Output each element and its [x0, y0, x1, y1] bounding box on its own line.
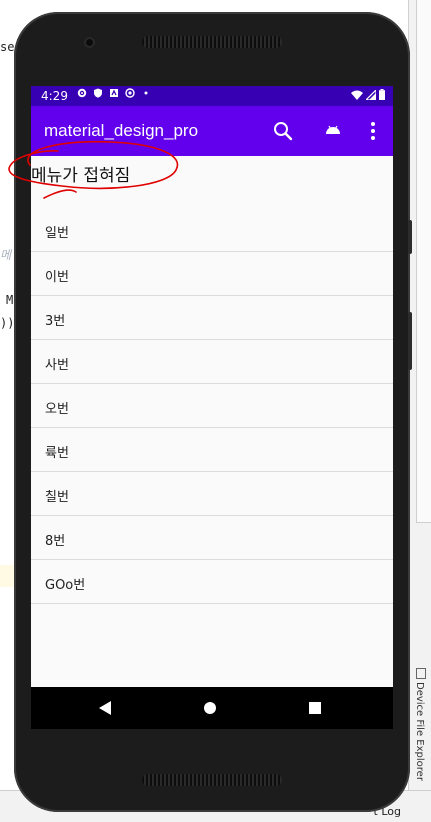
android-icon[interactable] — [322, 120, 344, 142]
app-toolbar: material_design_pro — [31, 106, 393, 156]
app-title: material_design_pro — [44, 121, 199, 140]
list-item-label: 오번 — [45, 402, 69, 417]
shield-icon — [94, 88, 102, 98]
device-file-explorer-tab[interactable]: Device File Explorer — [412, 668, 430, 788]
list-item-label: 칠번 — [45, 490, 69, 505]
top-speaker — [142, 36, 282, 48]
menu-list: 일번 이번 3번 사번 오번 륙번 칠번 8번 GOo번 — [31, 208, 393, 604]
recents-icon[interactable] — [309, 702, 321, 714]
phone-frame: 4:29 material_design_pro 메뉴가 접혀짐 일번 이번 3… — [14, 12, 412, 812]
list-item[interactable]: 사번 — [31, 340, 393, 384]
power-button[interactable] — [408, 312, 412, 370]
list-item[interactable]: 일번 — [31, 208, 393, 252]
code-fragment: 메 — [0, 248, 12, 262]
app-icon — [110, 89, 118, 97]
status-notification-icons — [77, 88, 151, 98]
back-icon[interactable] — [99, 701, 111, 715]
signal-icon — [366, 89, 376, 100]
gear-icon — [77, 88, 87, 98]
ide-line-highlight — [0, 565, 14, 587]
navigation-bar — [31, 687, 393, 729]
list-item-label: 륙번 — [45, 446, 69, 461]
status-bar: 4:29 — [31, 86, 393, 106]
list-item-label: 이번 — [45, 270, 69, 285]
block-icon — [125, 88, 135, 98]
wifi-icon — [351, 90, 363, 100]
list-item-label: 사번 — [45, 358, 69, 373]
device-screen: 4:29 material_design_pro 메뉴가 접혀짐 일번 이번 3… — [31, 86, 393, 729]
list-item-label: 일번 — [45, 226, 69, 241]
list-item[interactable]: 3번 — [31, 296, 393, 340]
status-system-icons — [351, 89, 385, 100]
front-camera — [84, 37, 95, 48]
list-item[interactable]: 8번 — [31, 516, 393, 560]
more-vert-icon[interactable] — [362, 120, 384, 142]
bottom-speaker — [142, 774, 282, 786]
device-file-explorer-label: Device File Explorer — [414, 682, 425, 781]
list-item[interactable]: 륙번 — [31, 428, 393, 472]
home-icon[interactable] — [204, 702, 216, 714]
volume-button[interactable] — [408, 220, 412, 254]
list-item[interactable]: 이번 — [31, 252, 393, 296]
annotation-text: 메뉴가 접혀짐 — [31, 166, 131, 186]
list-item[interactable]: 칠번 — [31, 472, 393, 516]
status-time: 4:29 — [41, 89, 68, 103]
search-icon[interactable] — [272, 120, 294, 142]
ide-right-panel — [416, 0, 431, 523]
list-item-label: 8번 — [45, 534, 66, 549]
list-item-label: 3번 — [45, 314, 66, 329]
dot-icon — [144, 91, 148, 95]
battery-icon — [379, 89, 385, 100]
list-item-label: GOo번 — [45, 578, 86, 593]
list-item[interactable]: 오번 — [31, 384, 393, 428]
device-file-explorer-icon — [416, 668, 426, 679]
list-item[interactable]: GOo번 — [31, 560, 393, 604]
code-fragment: se — [0, 40, 15, 54]
code-fragment: M — [6, 293, 14, 307]
